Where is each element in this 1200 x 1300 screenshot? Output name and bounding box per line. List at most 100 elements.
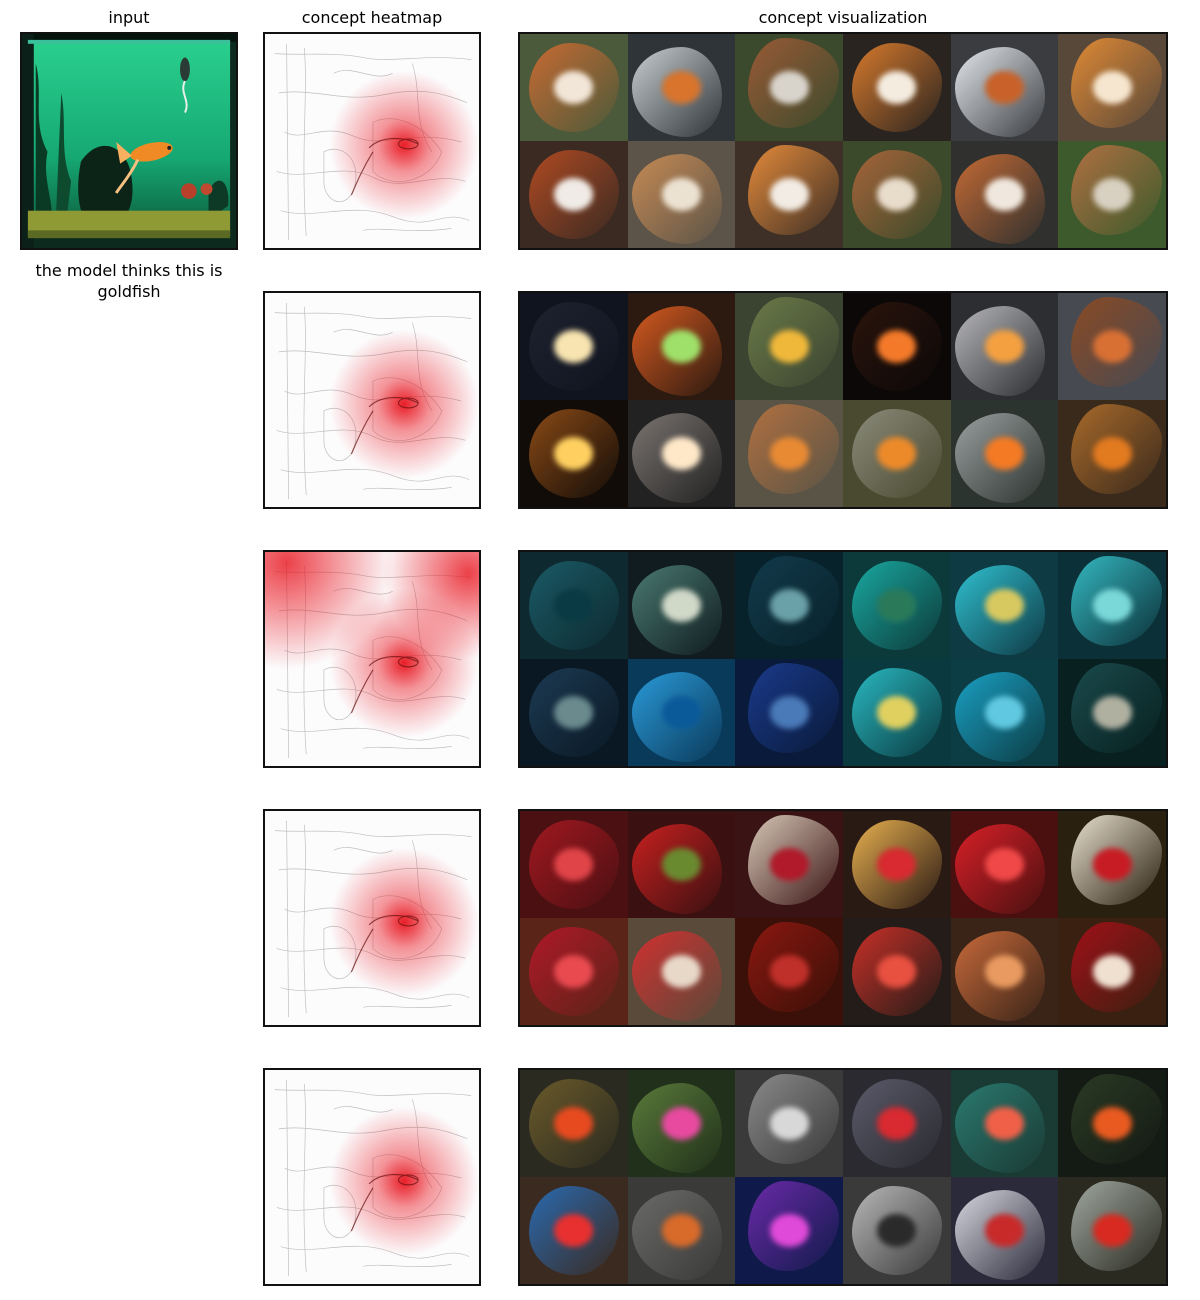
concept-highlight [554, 437, 594, 470]
concept-highlight [877, 71, 917, 104]
concept-highlight [985, 1107, 1024, 1140]
concept-example-tile [520, 811, 628, 918]
concept-example-tile [1058, 659, 1166, 766]
concept-visualization-grid [518, 1068, 1168, 1286]
concept-example-tile [735, 811, 843, 918]
concept-highlight [985, 589, 1024, 622]
concept-example-tile [520, 659, 628, 766]
concept-example-tile [842, 552, 951, 659]
concept-highlight [769, 955, 809, 988]
concept-example-tile [950, 659, 1059, 766]
concept-highlight [662, 848, 701, 881]
concept-heatmap [263, 1068, 481, 1286]
concept-highlight [877, 1214, 917, 1247]
concept-example-tile [627, 1070, 736, 1177]
concept-example-tile [627, 918, 736, 1025]
concept-example-tile [842, 659, 951, 766]
concept-example-tile [520, 34, 628, 141]
concept-highlight [1092, 71, 1132, 104]
concept-visualization-grid [518, 32, 1168, 250]
concept-highlight [662, 437, 701, 470]
concept-example-tile [520, 1177, 628, 1284]
concept-visualization-grid [518, 550, 1168, 768]
concept-highlight [554, 589, 594, 622]
concept-example-tile [1058, 811, 1166, 918]
concept-highlight [985, 71, 1024, 104]
concept-highlight [877, 330, 917, 363]
concept-highlight [769, 437, 809, 470]
concept-highlight [985, 178, 1024, 211]
concept-highlight [554, 955, 594, 988]
concept-highlight [985, 437, 1024, 470]
concept-example-tile [520, 293, 628, 400]
concept-highlight [662, 71, 701, 104]
concept-example-tile [1058, 293, 1166, 400]
concept-highlight [985, 848, 1024, 881]
heatmap-column-title: concept heatmap [301, 8, 443, 27]
concept-highlight [769, 330, 809, 363]
concept-example-tile [520, 141, 628, 248]
concept-example-tile [735, 141, 843, 248]
concept-example-tile [842, 918, 951, 1025]
concept-example-tile [627, 1177, 736, 1284]
concept-highlight [985, 696, 1024, 729]
concept-highlight [877, 437, 917, 470]
concept-example-tile [735, 1177, 843, 1284]
concept-highlight [769, 589, 809, 622]
concept-example-tile [950, 34, 1059, 141]
concept-heatmap [263, 809, 481, 1027]
concept-highlight [662, 1214, 701, 1247]
concept-highlight [662, 178, 701, 211]
concept-example-tile [950, 811, 1059, 918]
concept-example-tile [1058, 1070, 1166, 1177]
concept-highlight [1092, 178, 1132, 211]
concept-highlight [554, 1214, 594, 1247]
concept-highlight [1092, 1107, 1132, 1140]
concept-highlight [877, 1107, 917, 1140]
concept-example-tile [842, 141, 951, 248]
concept-highlight [769, 71, 809, 104]
concept-example-tile [842, 293, 951, 400]
concept-highlight [1092, 848, 1132, 881]
concept-highlight [662, 1107, 701, 1140]
concept-example-tile [735, 659, 843, 766]
concept-highlight [877, 696, 917, 729]
concept-example-tile [950, 1177, 1059, 1284]
concept-example-tile [735, 918, 843, 1025]
concept-example-tile [520, 400, 628, 507]
concept-example-tile [1058, 552, 1166, 659]
concept-highlight [769, 1107, 809, 1140]
concept-example-tile [627, 141, 736, 248]
fish-heatmap-icon [265, 811, 479, 1025]
concept-example-tile [842, 400, 951, 507]
fish-heatmap-icon [265, 293, 479, 507]
concept-highlight [769, 696, 809, 729]
concept-highlight [1092, 955, 1132, 988]
concept-highlight [985, 1214, 1024, 1247]
concept-highlight [662, 696, 701, 729]
concept-visualization-grid [518, 291, 1168, 509]
concept-example-tile [1058, 400, 1166, 507]
concept-highlight [554, 848, 594, 881]
concept-example-tile [627, 293, 736, 400]
concept-highlight [554, 178, 594, 211]
concept-heatmap [263, 32, 481, 250]
concept-highlight [662, 955, 701, 988]
concept-example-tile [520, 552, 628, 659]
concept-highlight [662, 589, 701, 622]
concept-example-tile [842, 811, 951, 918]
concept-example-tile [1058, 34, 1166, 141]
concept-example-tile [950, 141, 1059, 248]
concept-example-tile [735, 34, 843, 141]
fish-heatmap-icon [265, 1070, 479, 1284]
concept-highlight [554, 1107, 594, 1140]
prediction-caption: the model thinks this is goldfish [35, 261, 223, 301]
concept-highlight [877, 848, 917, 881]
concept-example-tile [627, 400, 736, 507]
concept-example-tile [520, 1070, 628, 1177]
concept-highlight [985, 330, 1024, 363]
concept-example-tile [950, 1070, 1059, 1177]
concept-example-tile [735, 552, 843, 659]
concept-example-tile [1058, 141, 1166, 248]
concept-example-tile [627, 659, 736, 766]
